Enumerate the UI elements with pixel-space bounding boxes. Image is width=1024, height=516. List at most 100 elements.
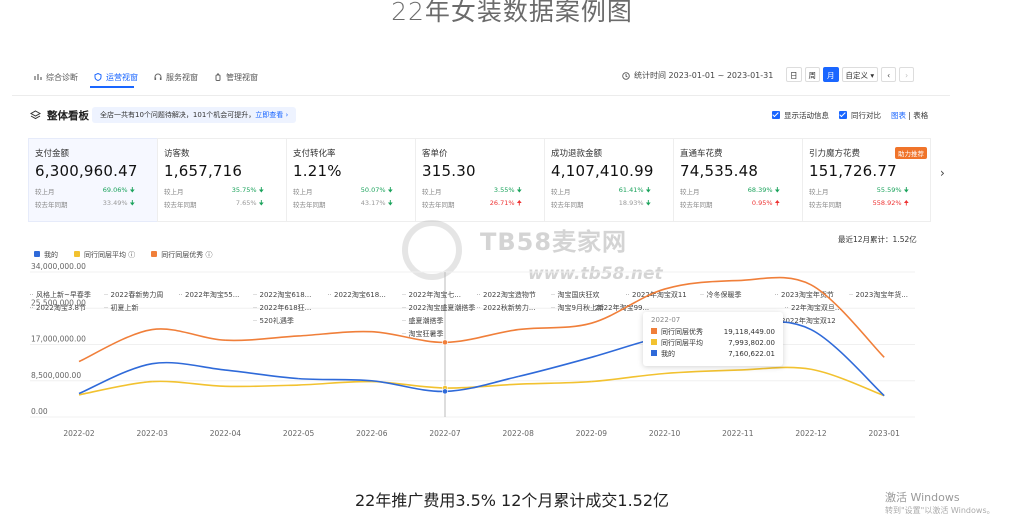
mom-value: 55.59% (877, 186, 902, 194)
tab-management[interactable]: 管理视窗 (214, 70, 258, 84)
activate-windows: 激活 Windows (885, 489, 960, 505)
show-activity-checkbox[interactable]: 显示活动信息 (772, 110, 829, 121)
chart-tooltip: 2022-07 同行同层优秀19,118,449.00 同行同层平均7,993,… (643, 312, 783, 366)
prev-button[interactable]: ‹ (881, 67, 896, 82)
mom-value: 50.07% (361, 186, 386, 194)
metrics-next-arrow[interactable]: › (940, 166, 945, 180)
tab-label: 运营视窗 (106, 72, 138, 83)
mom-label: 较上月 (809, 186, 829, 197)
event-label: 2022淘宝3.8节 (36, 303, 86, 312)
mom-label: 较上月 (422, 186, 442, 197)
metric-label: 客单价 (422, 147, 544, 159)
tooltip-swatch (651, 339, 657, 345)
yoy-label: 较去年同期 (680, 199, 713, 210)
period-custom-button[interactable]: 自定义 ▾ (842, 67, 879, 82)
tooltip-value: 19,118,449.00 (724, 327, 775, 338)
chevron-right-icon: › (905, 71, 908, 80)
metric-mom: 较上月61.41% 🠋 (551, 186, 651, 197)
clock-icon (622, 72, 630, 80)
arrow-up-icon: 🠉 (517, 199, 522, 207)
metric-yoy: 较去年同期7.65% 🠋 (164, 199, 264, 210)
headset-icon (154, 73, 162, 81)
notice-link[interactable]: 立即查看 (255, 111, 283, 119)
data-point (442, 389, 447, 394)
event-label: 2022年淘宝双12 (781, 316, 836, 325)
view-table-toggle[interactable]: 表格 (913, 111, 928, 120)
bottle-icon (214, 73, 222, 81)
line-chart[interactable]: 34,000,000.0025,500,000.0017,000,000.008… (0, 260, 1024, 450)
series-line (79, 367, 884, 395)
x-tick-label: 2022-02 (63, 429, 95, 438)
period-buttons: 日 周 月 自定义 ▾ ‹ › (786, 67, 914, 82)
arrow-down-icon: 🠋 (259, 199, 264, 207)
arrow-down-icon: 🠋 (130, 199, 135, 207)
event-label: 风格上新~早春季 (36, 290, 91, 299)
tab-label: 服务视窗 (166, 72, 198, 83)
shield-icon (94, 73, 102, 81)
view-chart-toggle[interactable]: 图表 (891, 111, 906, 120)
event-label: 2022淘宝618... (334, 290, 386, 299)
x-tick-label: 2023-01 (869, 429, 901, 438)
metric-card[interactable]: 支付金额6,300,960.47较上月69.06% 🠋较去年同期33.49% 🠋 (28, 138, 157, 222)
tab-operations[interactable]: 运营视窗 (94, 70, 138, 84)
event-label: 22年淘宝双旦... (791, 303, 842, 312)
legend-peer-excellent[interactable]: 同行同层优秀 ⓘ (151, 250, 212, 260)
metric-card[interactable]: 成功退款金额4,107,410.99较上月61.41% 🠋较去年同期18.93%… (544, 138, 673, 222)
metric-yoy: 较去年同期0.95% 🠉 (680, 199, 780, 210)
legend-label: 同行同层优秀 (161, 251, 203, 259)
metric-card[interactable]: 引力魔方花费助力推荐151,726.77较上月55.59% 🠋较去年同期558.… (802, 138, 931, 222)
x-tick-label: 2022-12 (795, 429, 827, 438)
period-month-button[interactable]: 月 (823, 67, 839, 82)
peer-compare-checkbox[interactable]: 同行对比 (839, 110, 881, 121)
y-tick-label: 17,000,000.00 (31, 335, 86, 344)
tab-label: 综合诊断 (46, 72, 78, 83)
event-label: 2022年淘宝99... (595, 303, 649, 312)
metric-card[interactable]: 直通车花费74,535.48较上月68.39% 🠋较去年同期0.95% 🠉 (673, 138, 802, 222)
x-tick-label: 2022-05 (283, 429, 315, 438)
data-point (442, 340, 447, 345)
next-button[interactable]: › (899, 67, 914, 82)
x-tick-label: 2022-06 (356, 429, 388, 438)
x-tick-label: 2022-11 (722, 429, 754, 438)
mom-label: 较上月 (293, 186, 313, 197)
tooltip-value: 7,160,622.01 (728, 349, 775, 360)
period-day-button[interactable]: 日 (786, 67, 802, 82)
metric-label: 访客数 (164, 147, 286, 159)
event-label: 2022年618狂... (260, 303, 312, 312)
activate-windows-hint: 转到"设置"以激活 Windows。 (885, 505, 995, 516)
metric-yoy: 较去年同期558.92% 🠉 (809, 199, 909, 210)
mom-label: 较上月 (551, 186, 571, 197)
arrow-down-icon: 🠋 (517, 186, 522, 194)
event-label: 盛夏潮搭季 (409, 316, 444, 325)
metric-card[interactable]: 支付转化率1.21%较上月50.07% 🠋较去年同期43.17% 🠋 (286, 138, 415, 222)
metric-card[interactable]: 访客数1,657,716较上月35.75% 🠋较去年同期7.65% 🠋 (157, 138, 286, 222)
arrow-down-icon: 🠋 (388, 199, 393, 207)
total-label: 最近12月累计：1.52亿 (838, 234, 917, 245)
metric-value: 1,657,716 (164, 162, 286, 180)
tab-diagnosis[interactable]: 综合诊断 (34, 70, 78, 84)
legend-peer-avg[interactable]: 同行同层平均 ⓘ (74, 250, 135, 260)
metric-card[interactable]: 客单价315.30较上月3.55% 🠋较去年同期26.71% 🠉 (415, 138, 544, 222)
legend-mine[interactable]: 我的 (34, 250, 58, 260)
x-tick-label: 2022-03 (137, 429, 169, 438)
y-tick-label: 34,000,000.00 (31, 262, 86, 271)
metric-yoy: 较去年同期43.17% 🠋 (293, 199, 393, 210)
tooltip-value: 7,993,802.00 (728, 338, 775, 349)
metric-badge[interactable]: 助力推荐 (895, 147, 927, 159)
metric-mom: 较上月55.59% 🠋 (809, 186, 909, 197)
chevron-down-icon: ▾ (870, 71, 874, 80)
metric-mom: 较上月 3.55% 🠋 (422, 186, 522, 197)
event-label: 冷冬保暖季 (707, 290, 742, 299)
board-options: 显示活动信息 同行对比 图表 | 表格 (772, 110, 928, 121)
metric-mom: 较上月68.39% 🠋 (680, 186, 780, 197)
event-label: 2022秋新势力... (483, 303, 536, 312)
layers-icon (30, 110, 41, 121)
period-week-button[interactable]: 周 (805, 67, 821, 82)
metric-value: 74,535.48 (680, 162, 802, 180)
mom-value: 3.55% (494, 186, 515, 194)
help-icon: ⓘ (205, 251, 212, 259)
yoy-value: 26.71% (490, 199, 515, 207)
tooltip-row: 我的7,160,622.01 (651, 349, 775, 360)
event-label: 2023淘宝年货... (856, 290, 909, 299)
tab-service[interactable]: 服务视窗 (154, 70, 198, 84)
